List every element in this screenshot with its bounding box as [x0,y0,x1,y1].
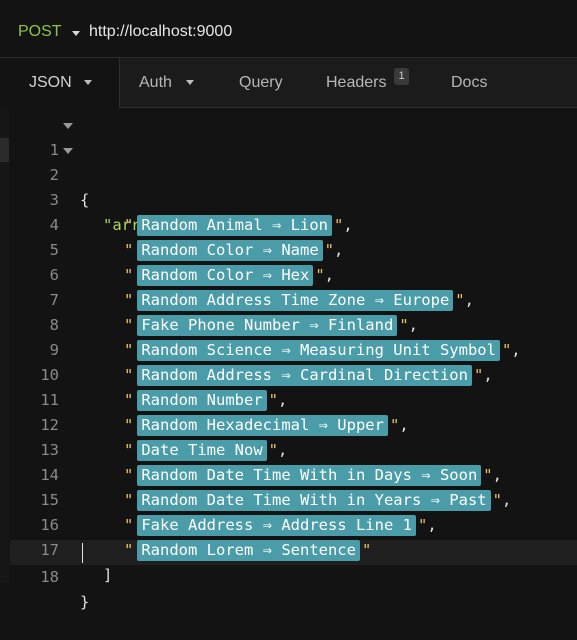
code-line: 9 " Random Address ⇒ Cardinal Direction ", [0,313,493,386]
http-method-selector[interactable]: POST [18,23,62,41]
template-tag[interactable]: Random Color ⇒ Hex [137,265,314,286]
template-tag[interactable]: Random Address ⇒ Cardinal Direction [137,365,472,386]
code-line: 4 " Random Color ⇒ Name ", [0,188,343,261]
template-tag[interactable]: Random Lorem ⇒ Sentence [137,540,360,561]
url-input[interactable]: http://localhost:9000 [89,23,232,41]
tab-auth[interactable]: Auth [139,58,209,107]
request-tabs: JSON Auth Query Headers Docs [9,58,577,108]
template-tag[interactable]: Random Date Time With in Days ⇒ Soon [137,465,482,486]
code-line: 11 " Random Hexadecimal ⇒ Upper ", [0,363,409,436]
code-line: 12 " Date Time Now ", [0,388,287,461]
headers-count-badge: 1 [394,68,409,85]
code-line: 14 " Random Date Time With in Years ⇒ Pas… [0,438,511,511]
code-line: 15 " Fake Address ⇒ Address Line 1 ", [0,463,437,536]
line-number: 18 [40,568,59,586]
code-line: 13 " Random Date Time With in Days ⇒ Soon… [0,413,502,486]
text-cursor [82,543,83,563]
template-tag[interactable]: Date Time Now [137,440,267,461]
open-brace: { [80,191,90,209]
code-line: 6 " Random Address Time Zone ⇒ Europe ", [0,238,474,311]
code-line: 5 " Random Color ⇒ Hex ", [0,213,334,286]
tab-auth-label: Auth [139,74,172,91]
close-bracket: ] [103,566,113,584]
chevron-down-icon[interactable] [186,80,194,85]
code-line: 8 " Random Science ⇒ Measuring Unit Symbo… [0,288,521,361]
tab-headers[interactable]: Headers [326,58,386,107]
fold-arrow-icon[interactable] [63,148,73,154]
template-tag[interactable]: Random Date Time With in Years ⇒ Past [137,490,491,511]
code-line: 17 ] [0,513,112,584]
code-line: 10 " Random Number ", [0,338,287,411]
template-tag[interactable]: Random Science ⇒ Measuring Unit Symbol [137,340,500,361]
template-tag[interactable]: Random Hexadecimal ⇒ Upper [137,415,388,436]
code-line: 1 { [0,113,89,209]
code-line: 2 "array": [ [0,138,196,234]
code-line: 7 " Fake Phone Number ⇒ Finland ", [0,263,418,336]
code-line: 3 " Random Animal ⇒ Lion ", [0,163,353,236]
template-tag[interactable]: Fake Phone Number ⇒ Finland [137,315,398,336]
template-tag[interactable]: Random Color ⇒ Name [137,240,323,261]
code-line: 16 " Random Lorem ⇒ Sentence " [0,488,371,561]
chevron-down-icon[interactable] [84,80,92,85]
json-editor[interactable]: 1 { 2 "array": [ 3 "Random Animal ⇒ Lion… [0,108,577,611]
close-brace: } [80,593,90,611]
chevron-down-icon[interactable] [72,31,80,36]
template-tag[interactable]: Fake Address ⇒ Address Line 1 [137,515,416,536]
tab-docs[interactable]: Docs [451,58,487,107]
fold-arrow-icon[interactable] [63,123,73,129]
template-tag[interactable]: Random Address Time Zone ⇒ Europe [137,290,454,311]
url-bar: POST http://localhost:9000 [0,0,577,60]
tab-json[interactable]: JSON [9,58,120,108]
tab-query[interactable]: Query [239,58,283,107]
template-tag[interactable]: Random Animal ⇒ Lion [137,215,332,236]
template-tag[interactable]: Random Number [137,390,267,411]
code-line: 18 } [0,540,89,611]
tab-json-label: JSON [29,74,72,91]
